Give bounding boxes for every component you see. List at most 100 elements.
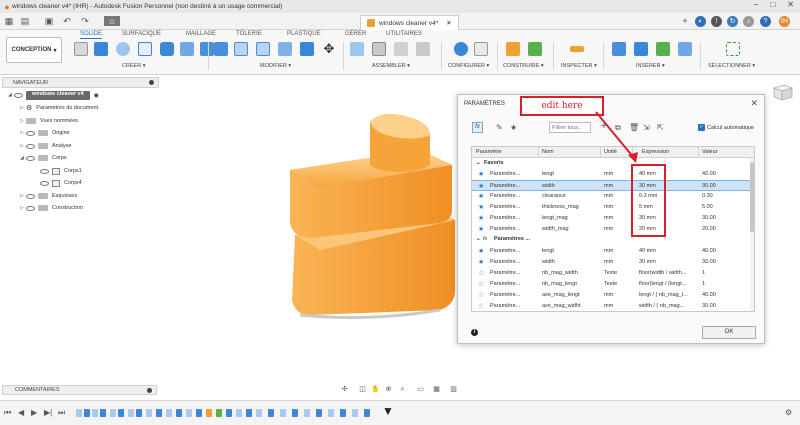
group-assemble-label[interactable]: ASSEMBLER ▾ (372, 63, 410, 69)
pattern-icon[interactable] (180, 42, 194, 56)
timeline-feature[interactable] (156, 409, 162, 417)
group-select-label[interactable]: SÉLECTIONNER ▾ (708, 63, 755, 69)
visibility-eye-icon[interactable] (14, 92, 23, 98)
timeline-feature[interactable] (166, 409, 172, 417)
user-avatar-icon[interactable]: IH (779, 16, 790, 27)
grid-settings-icon[interactable]: ▦ (432, 385, 441, 394)
timeline-feature[interactable] (268, 409, 274, 417)
timeline-start-icon[interactable]: ⏮ (4, 408, 11, 418)
fit-icon[interactable]: ⌕ (398, 385, 407, 394)
timeline-feature[interactable] (304, 409, 310, 417)
hole-icon[interactable] (160, 42, 174, 56)
table-row[interactable]: ★ Paramètre... width_mag mm 20 mm 20.00 (472, 224, 752, 235)
timeline-feature[interactable] (110, 409, 116, 417)
bell-icon[interactable]: ♪ (743, 16, 754, 27)
configure-icon[interactable] (454, 42, 468, 56)
group-construct-label[interactable]: CONSTRUIRE ▾ (503, 63, 544, 69)
info-icon[interactable]: i (471, 329, 478, 336)
timeline-feature[interactable] (246, 409, 252, 417)
timeline-feature[interactable] (328, 409, 334, 417)
group-create-label[interactable]: CRÉER ▾ (122, 63, 146, 69)
close-tab-icon[interactable]: ✕ (446, 19, 451, 27)
redo-icon[interactable]: ↷ (80, 16, 90, 26)
timeline-marker-icon[interactable]: ▼ (382, 404, 394, 418)
chamfer-icon[interactable] (256, 42, 270, 56)
tab-tolerie[interactable]: TÔLERIE (236, 31, 262, 37)
tab-utilitaires[interactable]: UTILITAIRES (386, 31, 422, 37)
measure-icon[interactable] (570, 46, 584, 52)
paint-filter-icon[interactable]: ✎ (496, 123, 503, 132)
look-at-icon[interactable]: ◫ (358, 385, 367, 394)
cell-expression[interactable]: width / ( nb_mag... (639, 303, 699, 309)
insert-canvas-icon[interactable] (656, 42, 670, 56)
timeline-feature[interactable] (146, 409, 152, 417)
midplane-icon[interactable] (528, 42, 542, 56)
table-row[interactable]: ★ Paramètre... clearance mm 0.3 mm 0.30 (472, 191, 752, 202)
minimize-icon[interactable]: – (754, 0, 758, 9)
navigator-close-icon[interactable] (149, 80, 154, 85)
group-insert-label[interactable]: INSÉRER ▾ (636, 63, 665, 69)
tab-plastique[interactable]: PLASTIQUE (287, 31, 321, 37)
fx-filter-icon[interactable]: fx (472, 122, 483, 133)
navigator-item-bodies[interactable]: ◢ Corps (20, 153, 67, 163)
document-tab[interactable]: windows cleaner v4* ✕ (360, 15, 459, 30)
export-icon[interactable]: ⇱ (657, 123, 664, 132)
star-filled-icon[interactable]: ★ (478, 225, 484, 233)
navigator-item-construction[interactable]: ▷ Construction (20, 203, 83, 213)
as-built-joint-icon[interactable] (394, 42, 408, 56)
checkbox-checked-icon[interactable]: ✓ (698, 124, 705, 131)
offset-plane-icon[interactable] (506, 42, 520, 56)
table-row[interactable]: ☆ Paramètre... axe_mag_widht mm width / … (472, 301, 752, 311)
table-row[interactable]: ☆ Paramètre... nb_mag_width Texte floor(… (472, 268, 752, 279)
visibility-eye-icon[interactable] (26, 193, 35, 199)
star-filter-icon[interactable]: ★ (510, 123, 517, 132)
table-row[interactable]: ☆ Paramètre... axe_mag_lengt mm lengt / … (472, 290, 752, 301)
workspace-switcher[interactable]: CONCEPTION ▾ (6, 37, 62, 63)
pan-icon[interactable]: ✋ (371, 385, 380, 394)
col-parameter[interactable]: Paramètre (476, 149, 502, 155)
parameters-icon[interactable] (474, 42, 488, 56)
cell-expression[interactable]: 30 mm (639, 259, 656, 265)
grid-menu-icon[interactable]: ▦ (4, 16, 14, 26)
table-row[interactable]: ★ Paramètre... lengt mm 40 mm 40.00 (472, 246, 752, 257)
tab-gerer[interactable]: GÉRER (345, 31, 366, 37)
section-user-parameters[interactable]: ⌄ fx Paramètres ... (472, 236, 754, 245)
visibility-eye-icon[interactable] (26, 143, 35, 149)
filter-input[interactable] (549, 122, 591, 133)
undo-icon[interactable]: ↶ (62, 16, 72, 26)
timeline-feature[interactable] (206, 409, 212, 417)
navigator-item-body1[interactable]: Corps1 (40, 166, 82, 176)
star-empty-icon[interactable]: ☆ (478, 280, 484, 288)
table-row[interactable]: ★ Paramètre... lengt mm 40 mm 40.00 (472, 169, 752, 180)
close-icon[interactable]: ✕ (750, 98, 758, 109)
maximize-icon[interactable]: □ (770, 0, 775, 9)
display-settings-icon[interactable]: ▭ (416, 385, 425, 394)
insert-mesh-icon[interactable] (634, 42, 648, 56)
timeline-feature[interactable] (128, 409, 134, 417)
comments-panel[interactable]: COMMENTAIRES (2, 385, 157, 395)
radio-active-icon[interactable]: ◉ (94, 92, 99, 99)
group-configure-label[interactable]: CONFIGURER ▾ (448, 63, 489, 69)
notifications-icon[interactable]: ! (711, 16, 722, 27)
press-pull-icon[interactable] (214, 42, 228, 56)
star-filled-icon[interactable]: ★ (478, 192, 484, 200)
mirror-icon[interactable] (200, 42, 214, 56)
table-row[interactable]: ★ Paramètre... thickness_mag mm 5 mm 5.0… (472, 202, 752, 213)
star-filled-icon[interactable]: ★ (478, 247, 484, 255)
move-icon[interactable]: ✥ (322, 42, 336, 56)
view-cube[interactable] (770, 82, 794, 102)
star-filled-icon[interactable]: ★ (478, 214, 484, 222)
sketch-icon[interactable] (138, 42, 152, 56)
timeline-feature[interactable] (186, 409, 192, 417)
star-filled-icon[interactable]: ★ (478, 170, 484, 178)
table-row[interactable]: ☆ Paramètre... nb_mag_lengt Texte floor(… (472, 279, 752, 290)
tab-solide[interactable]: SOLIDE (80, 31, 103, 39)
timeline-feature[interactable] (316, 409, 322, 417)
revolve-icon[interactable] (116, 42, 130, 56)
table-row[interactable]: ★ Paramètre... lengt_mag mm 30 mm 30.00 (472, 213, 752, 224)
shell-icon[interactable] (278, 42, 292, 56)
group-modify-label[interactable]: MODIFIER ▾ (260, 63, 291, 69)
home-icon[interactable]: ⌂ (104, 16, 120, 26)
orbit-icon[interactable]: ✣ (340, 385, 349, 394)
comments-close-icon[interactable] (147, 388, 152, 393)
